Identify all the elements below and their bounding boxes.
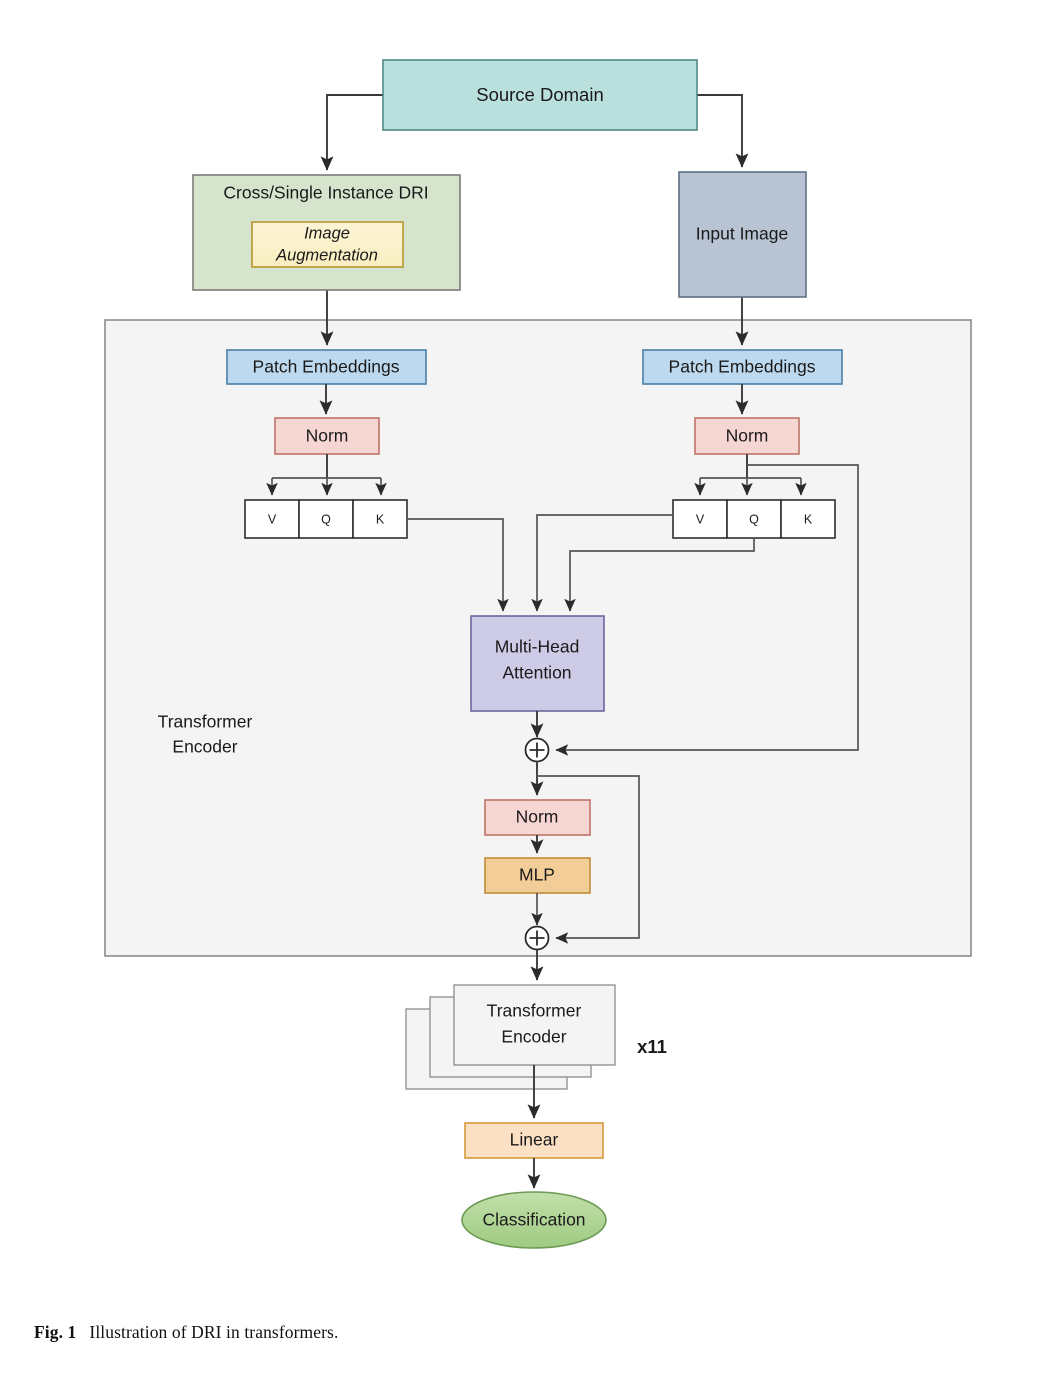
encoder-stack-label-line2: Encoder: [501, 1027, 566, 1047]
image-augmentation-label-line2: Augmentation: [275, 246, 378, 264]
mlp-label: MLP: [519, 865, 555, 885]
dri-label: Cross/Single Instance DRI: [223, 183, 428, 203]
encoder-stack-card-front: [453, 984, 616, 1066]
encoder-panel-label-line2: Encoder: [172, 737, 237, 757]
linear-label: Linear: [510, 1130, 559, 1150]
encoder-panel-label-line1: Transformer: [158, 712, 253, 732]
vqk-right-k-label: K: [804, 512, 813, 526]
patch-embeddings-left-label: Patch Embeddings: [253, 357, 400, 377]
attention-label-line2: Attention: [502, 663, 571, 683]
attention-label-line1: Multi-Head: [495, 637, 580, 657]
vqk-left-group: V Q K: [244, 499, 408, 539]
norm-left-label: Norm: [306, 426, 349, 446]
norm-mlp-label: Norm: [516, 807, 559, 827]
patch-embeddings-right-label: Patch Embeddings: [669, 357, 816, 377]
vqk-right-v-label: V: [696, 512, 705, 526]
vqk-left-v-label: V: [268, 512, 277, 526]
vqk-left-q-label: Q: [321, 512, 331, 526]
classification-label: Classification: [482, 1210, 585, 1230]
encoder-stack-multiplier-label: x11: [637, 1036, 667, 1057]
dri-transformer-diagram: Transformer Encoder Source Domain Cross/…: [104, 59, 972, 1249]
vqk-left-k-label: K: [376, 512, 385, 526]
residual-add-2: [524, 925, 550, 951]
vqk-right-group: V Q K: [672, 499, 836, 539]
figure-caption-text: Illustration of DRI in transformers.: [89, 1322, 339, 1342]
image-augmentation-label-line1: Image: [304, 224, 350, 242]
source-domain-label: Source Domain: [476, 84, 604, 105]
encoder-stack-label-line1: Transformer: [487, 1001, 582, 1021]
figure-caption: Fig. 1 Illustration of DRI in transformer…: [34, 1322, 1014, 1343]
figure-root: Transformer Encoder Source Domain Cross/…: [0, 0, 1054, 1390]
figure-caption-label: Fig. 1: [34, 1322, 77, 1342]
transformer-encoder-stack: Transformer Encoder: [405, 984, 616, 1090]
edge-source-to-input-image: [697, 94, 749, 168]
norm-right-label: Norm: [726, 426, 769, 446]
vqk-right-q-label: Q: [749, 512, 759, 526]
input-image-label: Input Image: [696, 224, 788, 244]
edge-source-to-dri: [320, 94, 383, 171]
residual-add-1: [524, 737, 550, 763]
